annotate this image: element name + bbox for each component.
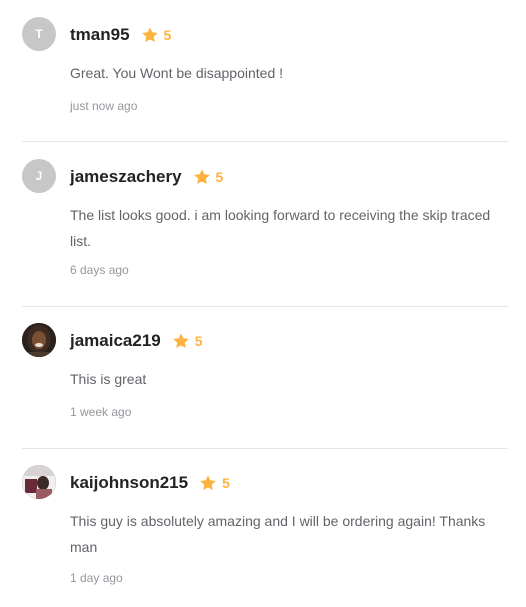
review-header: jamaica219 5 [70,330,203,352]
star-icon [193,168,211,186]
review-text: The list looks good. i am looking forwar… [70,207,491,249]
review-time: 1 day ago [70,571,123,585]
username[interactable]: jameszachery [70,167,182,187]
review-header: kaijohnson215 5 [70,472,230,494]
review-time: 6 days ago [70,263,129,277]
star-icon [141,26,159,44]
review-text: This is great [70,371,147,387]
username[interactable]: tman95 [70,25,130,45]
review-header: tman95 5 [70,24,171,46]
avatar[interactable] [22,323,56,357]
review-text: Great. You Wont be disappointed ! [70,65,284,81]
rating-value: 5 [163,27,172,43]
star-icon [172,332,190,350]
review-text: This guy is absolutely amazing and I wil… [70,513,486,555]
divider [22,448,508,449]
review-time: just now ago [70,99,138,113]
username[interactable]: jamaica219 [70,331,161,351]
divider [22,141,508,142]
username[interactable]: kaijohnson215 [70,473,188,493]
review-header: jameszachery 5 [70,166,223,188]
reviews-list: T tman95 5 Great. You Wont be disappoint… [0,0,526,607]
avatar[interactable]: J [22,159,56,193]
rating-value: 5 [215,169,224,185]
star-icon [199,474,217,492]
avatar[interactable] [22,465,56,499]
review-time: 1 week ago [70,405,132,419]
rating-value: 5 [222,475,230,491]
divider [22,306,508,307]
avatar[interactable]: T [22,17,56,51]
rating-value: 5 [194,333,203,349]
